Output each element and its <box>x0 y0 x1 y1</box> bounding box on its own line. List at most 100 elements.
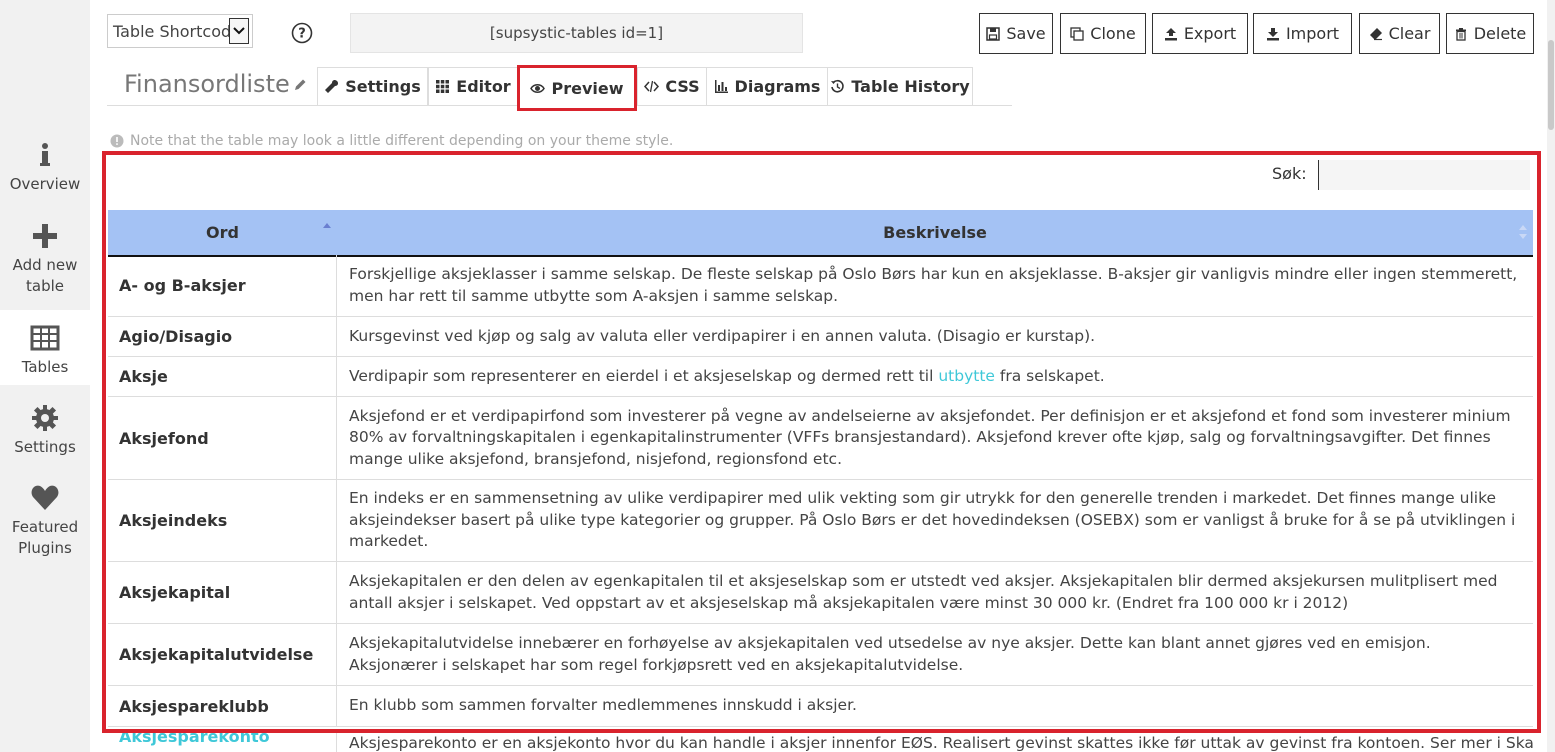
tab-table-history[interactable]: Table History <box>827 67 973 105</box>
utbytte-link[interactable]: utbytte <box>938 367 995 385</box>
save-button[interactable]: Save <box>979 13 1053 54</box>
sidebar-item-settings[interactable]: Settings <box>0 403 90 458</box>
sidebar-item-tables[interactable]: Tables <box>0 310 90 385</box>
column-header-word-label: Ord <box>206 223 239 242</box>
column-header-description[interactable]: Beskrivelse <box>337 210 1533 255</box>
tab-preview[interactable]: Preview <box>517 65 637 111</box>
table-row: Aksjekapital Aksjekapitalen er den delen… <box>108 562 1533 624</box>
cell-description: En klubb som sammen forvalter medlemmene… <box>349 696 857 715</box>
export-label: Export <box>1183 24 1237 43</box>
help-icon[interactable]: ? <box>291 22 313 44</box>
chevron-down-icon[interactable] <box>229 18 249 44</box>
table-row: Aksjeindeks En indeks er en sammensetnin… <box>108 480 1533 562</box>
history-icon <box>831 79 845 93</box>
search-label: Søk: <box>1272 164 1307 183</box>
sidebar-item-label: Overview <box>9 175 81 193</box>
cell-word: Aksjefond <box>108 397 337 479</box>
tab-css[interactable]: CSS <box>637 67 707 105</box>
wrench-icon <box>325 79 339 93</box>
sidebar-item-label-2: Plugins <box>18 539 72 557</box>
cell-description: Kursgevinst ved kjøp og salg av valuta e… <box>349 326 1096 345</box>
table-row: Aksjesparekonto Aksjesparekonto er en ak… <box>108 733 1533 752</box>
sidebar-item-label: Tables <box>21 358 69 376</box>
tab-diagrams[interactable]: Diagrams <box>706 67 828 105</box>
info-icon <box>40 143 50 166</box>
column-header-word[interactable]: Ord <box>108 210 337 255</box>
scrollbar-thumb[interactable] <box>1548 40 1554 130</box>
download-icon <box>1266 27 1279 40</box>
table-row: A- og B-aksjer Forskjellige aksjeklasser… <box>108 255 1533 317</box>
tab-label: Diagrams <box>734 77 821 96</box>
sidebar-item-label: Add new <box>12 256 78 274</box>
page-scrollbar[interactable] <box>1547 0 1555 752</box>
export-button[interactable]: Export <box>1152 13 1248 54</box>
table-row: Aksjespareklubb En klubb som sammen forv… <box>108 686 1533 727</box>
tab-label: Preview <box>551 78 624 98</box>
eraser-icon <box>1369 27 1382 40</box>
gear-icon <box>32 405 58 431</box>
clone-button[interactable]: Clone <box>1060 13 1146 54</box>
cell-word: Aksjespareklubb <box>108 686 337 726</box>
clear-label: Clear <box>1388 24 1431 43</box>
sidebar-item-label: Settings <box>14 438 76 456</box>
clear-button[interactable]: Clear <box>1359 13 1440 54</box>
cell-description: En indeks er en sammensetning av ulike v… <box>349 489 1516 551</box>
cell-description: Verdipapir som representerer en eierdel … <box>337 357 1533 396</box>
table-row: Agio/Disagio Kursgevinst ved kjøp og sal… <box>108 317 1533 357</box>
sidebar-item-label: Featured <box>11 518 79 536</box>
table-title: Finansordliste <box>124 70 290 98</box>
copy-icon <box>1070 26 1084 41</box>
cell-word: A- og B-aksjer <box>108 255 337 316</box>
import-button[interactable]: Import <box>1253 13 1352 54</box>
table-row: Aksje Verdipapir som representerer en ei… <box>108 357 1533 397</box>
eye-icon <box>530 83 546 93</box>
grid-icon <box>436 80 450 93</box>
description-text-before: Verdipapir som representerer en eierdel … <box>349 366 939 385</box>
upload-icon <box>1164 27 1177 40</box>
cell-description: Aksjefond er et verdipapirfond som inves… <box>349 406 1511 468</box>
plus-icon <box>33 224 57 248</box>
sidebar-item-label-2: table <box>26 277 64 295</box>
trash-icon <box>1455 27 1466 41</box>
tab-label: Settings <box>345 77 421 96</box>
bar-chart-icon <box>714 80 728 93</box>
sort-both-icon <box>1519 225 1527 239</box>
note-text: Note that the table may look a little di… <box>130 133 674 149</box>
cell-description: Aksjekapitalen er den delen av egenkapit… <box>349 572 1498 612</box>
code-icon <box>644 80 660 93</box>
clone-label: Clone <box>1090 24 1136 43</box>
shortcode-type-select[interactable]: Table Shortcode <box>107 14 253 48</box>
delete-label: Delete <box>1473 24 1527 43</box>
cell-description: Aksjesparekonto er en aksjekonto hvor du… <box>349 734 1533 752</box>
tab-label: Table History <box>851 77 970 96</box>
tab-label: CSS <box>665 77 700 96</box>
cell-word: Aksjekapital <box>108 562 337 623</box>
shortcode-display[interactable]: [supsystic-tables id=1] <box>350 13 803 53</box>
delete-button[interactable]: Delete <box>1446 13 1534 54</box>
import-label: Import <box>1285 24 1340 43</box>
theme-note: Note that the table may look a little di… <box>110 133 673 149</box>
cell-word: Aksjekapitalutvidelse <box>108 624 337 685</box>
shortcode-text: [supsystic-tables id=1] <box>489 24 664 42</box>
shortcode-select-value: Table Shortcode <box>113 21 241 41</box>
sidebar-item-add-new-table[interactable]: Add new table <box>0 221 90 297</box>
tab-settings[interactable]: Settings <box>317 67 428 105</box>
sidebar-item-overview[interactable]: Overview <box>0 140 90 195</box>
tab-editor[interactable]: Editor <box>428 67 518 105</box>
cell-word: Aksje <box>108 357 337 396</box>
save-label: Save <box>1006 24 1046 43</box>
table-row: Aksjekapitalutvidelse Aksjekapitalutvide… <box>108 624 1533 686</box>
sort-asc-icon <box>323 223 331 228</box>
sidebar-item-featured-plugins[interactable]: Featured Plugins <box>0 483 90 559</box>
cell-word[interactable]: Aksjesparekonto <box>108 733 337 752</box>
tab-label: Editor <box>456 77 511 96</box>
cell-description: Aksjekapitalutvidelse innebærer en forhø… <box>349 634 1431 674</box>
search-input[interactable] <box>1318 160 1530 190</box>
admin-sidebar: Overview Add new table Tables Settings F… <box>0 0 90 752</box>
description-text-after: fra selskapet. <box>994 366 1105 385</box>
svg-text:?: ? <box>298 27 306 42</box>
pencil-icon[interactable] <box>293 78 307 92</box>
table-row: Aksjefond Aksjefond er et verdipapirfond… <box>108 397 1533 480</box>
column-header-description-label: Beskrivelse <box>883 223 987 242</box>
cell-word: Aksjeindeks <box>108 480 337 561</box>
